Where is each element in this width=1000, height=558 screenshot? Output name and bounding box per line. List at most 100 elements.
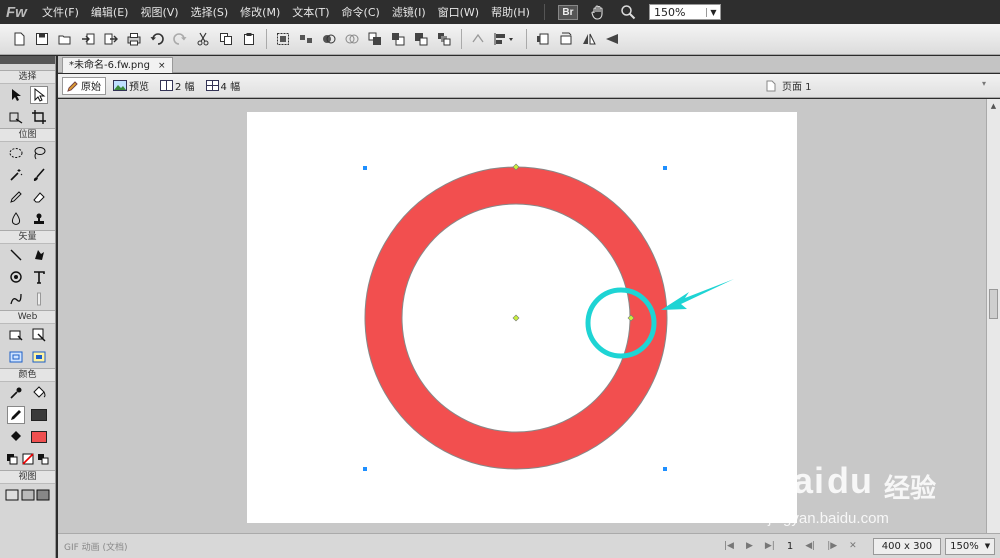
menu-modify[interactable]: 修改(M): [234, 4, 286, 20]
pointer-tool[interactable]: [7, 86, 25, 104]
artwork[interactable]: [247, 112, 797, 523]
menu-filters[interactable]: 滤镜(I): [386, 4, 432, 20]
ellipse-tool[interactable]: [7, 268, 25, 286]
zoom-tool-button[interactable]: [617, 3, 639, 21]
open-button[interactable]: [54, 28, 76, 50]
split-button[interactable]: [341, 28, 363, 50]
artboard[interactable]: [247, 112, 797, 523]
selection-handle-bottom-right[interactable]: [663, 467, 667, 471]
redo-button[interactable]: [169, 28, 191, 50]
document-tab[interactable]: *未命名-6.fw.png ×: [62, 57, 173, 73]
bring-front-button[interactable]: [364, 28, 386, 50]
align-button[interactable]: [490, 28, 520, 50]
scroll-up-icon[interactable]: ▲: [987, 99, 1000, 113]
status-zoom-select[interactable]: 150% ▼: [945, 537, 996, 555]
eyedropper-tool[interactable]: [7, 384, 25, 402]
blur-tool[interactable]: [7, 210, 25, 228]
lasso-tool[interactable]: [30, 144, 48, 162]
vertical-scrollbar[interactable]: ▲: [986, 99, 1000, 533]
text-tool[interactable]: [30, 268, 48, 286]
copy-button[interactable]: [215, 28, 237, 50]
zoom-select[interactable]: 150% ▼: [648, 4, 721, 20]
new-button[interactable]: [8, 28, 30, 50]
show-slices-tool[interactable]: [30, 348, 48, 366]
last-frame-icon[interactable]: ▶|: [765, 541, 775, 551]
bring-forward-button[interactable]: [387, 28, 409, 50]
swap-colors-button[interactable]: [35, 450, 51, 468]
rotate-button[interactable]: [467, 28, 489, 50]
fill-color-swatch[interactable]: [30, 428, 48, 446]
stroke-color-tool[interactable]: [6, 406, 25, 424]
knife-tool[interactable]: [30, 290, 48, 308]
hand-tool-button[interactable]: [587, 3, 609, 21]
page-select[interactable]: 页面 1 ▾: [766, 77, 986, 94]
fill-color-tool[interactable]: [7, 428, 25, 446]
print-button[interactable]: [123, 28, 145, 50]
eraser-tool[interactable]: [30, 188, 48, 206]
send-back-button[interactable]: [433, 28, 455, 50]
menu-file[interactable]: 文件(F): [36, 4, 85, 20]
menu-view[interactable]: 视图(V): [134, 4, 184, 20]
rubber-stamp-tool[interactable]: [30, 210, 48, 228]
crop-tool[interactable]: [30, 108, 48, 126]
canvas-size[interactable]: 400 x 300: [872, 537, 942, 555]
view-original-button[interactable]: 原始: [62, 76, 106, 95]
anchor-point-center[interactable]: [512, 314, 520, 322]
selection-handle-top-left[interactable]: [363, 166, 367, 170]
no-color-button[interactable]: [20, 450, 36, 468]
menu-commands[interactable]: 命令(C): [336, 4, 386, 20]
slice-tool[interactable]: [30, 326, 48, 344]
close-frame-icon[interactable]: ✕: [849, 541, 857, 551]
flip-horizontal-button[interactable]: [578, 28, 600, 50]
menu-edit[interactable]: 编辑(E): [85, 4, 135, 20]
panel-grip[interactable]: [0, 56, 55, 64]
join-button[interactable]: [318, 28, 340, 50]
import-button[interactable]: [77, 28, 99, 50]
bridge-button[interactable]: Br: [557, 3, 579, 21]
view-2up-button[interactable]: 2 幅: [156, 77, 199, 95]
view-preview-button[interactable]: 预览: [109, 77, 153, 95]
menu-help[interactable]: 帮助(H): [485, 4, 536, 20]
save-button[interactable]: [31, 28, 53, 50]
default-colors-button[interactable]: [4, 450, 20, 468]
magic-wand-tool[interactable]: [7, 166, 25, 184]
canvas-workspace[interactable]: [58, 99, 986, 533]
pencil-tool[interactable]: [7, 188, 25, 206]
menu-text[interactable]: 文本(T): [286, 4, 335, 20]
scrollbar-thumb[interactable]: [989, 289, 998, 319]
full-screen-mode[interactable]: [35, 486, 51, 504]
full-screen-menu-mode[interactable]: [20, 486, 36, 504]
first-frame-icon[interactable]: |◀: [724, 541, 734, 551]
send-backward-button[interactable]: [410, 28, 432, 50]
selection-handle-top-right[interactable]: [663, 166, 667, 170]
brush-tool[interactable]: [30, 166, 48, 184]
flip-vertical-button[interactable]: [601, 28, 623, 50]
export-button[interactable]: [100, 28, 122, 50]
paint-bucket-tool[interactable]: [30, 384, 48, 402]
hotspot-tool[interactable]: [7, 326, 25, 344]
hide-slices-tool[interactable]: [7, 348, 25, 366]
selection-handle-bottom-left[interactable]: [363, 467, 367, 471]
stroke-color-swatch[interactable]: [30, 406, 48, 424]
paste-button[interactable]: [238, 28, 260, 50]
scale-tool[interactable]: [7, 108, 25, 126]
next-frame-icon[interactable]: |▶: [827, 541, 837, 551]
play-icon[interactable]: ▶: [746, 541, 753, 551]
rotate-left-button[interactable]: [532, 28, 554, 50]
pen-tool[interactable]: [30, 246, 48, 264]
undo-button[interactable]: [146, 28, 168, 50]
menu-window[interactable]: 窗口(W): [432, 4, 485, 20]
close-icon[interactable]: ×: [158, 59, 166, 73]
menu-select[interactable]: 选择(S): [185, 4, 235, 20]
ungroup-button[interactable]: [295, 28, 317, 50]
cut-button[interactable]: [192, 28, 214, 50]
group-button[interactable]: [272, 28, 294, 50]
view-4up-button[interactable]: 4 幅: [202, 77, 245, 95]
subselection-tool[interactable]: [30, 86, 49, 104]
marquee-tool[interactable]: [7, 144, 25, 162]
prev-frame-icon[interactable]: ◀|: [805, 541, 815, 551]
line-tool[interactable]: [7, 246, 25, 264]
rotate-right-button[interactable]: [555, 28, 577, 50]
freeform-tool[interactable]: [7, 290, 25, 308]
standard-screen-mode[interactable]: [4, 486, 20, 504]
